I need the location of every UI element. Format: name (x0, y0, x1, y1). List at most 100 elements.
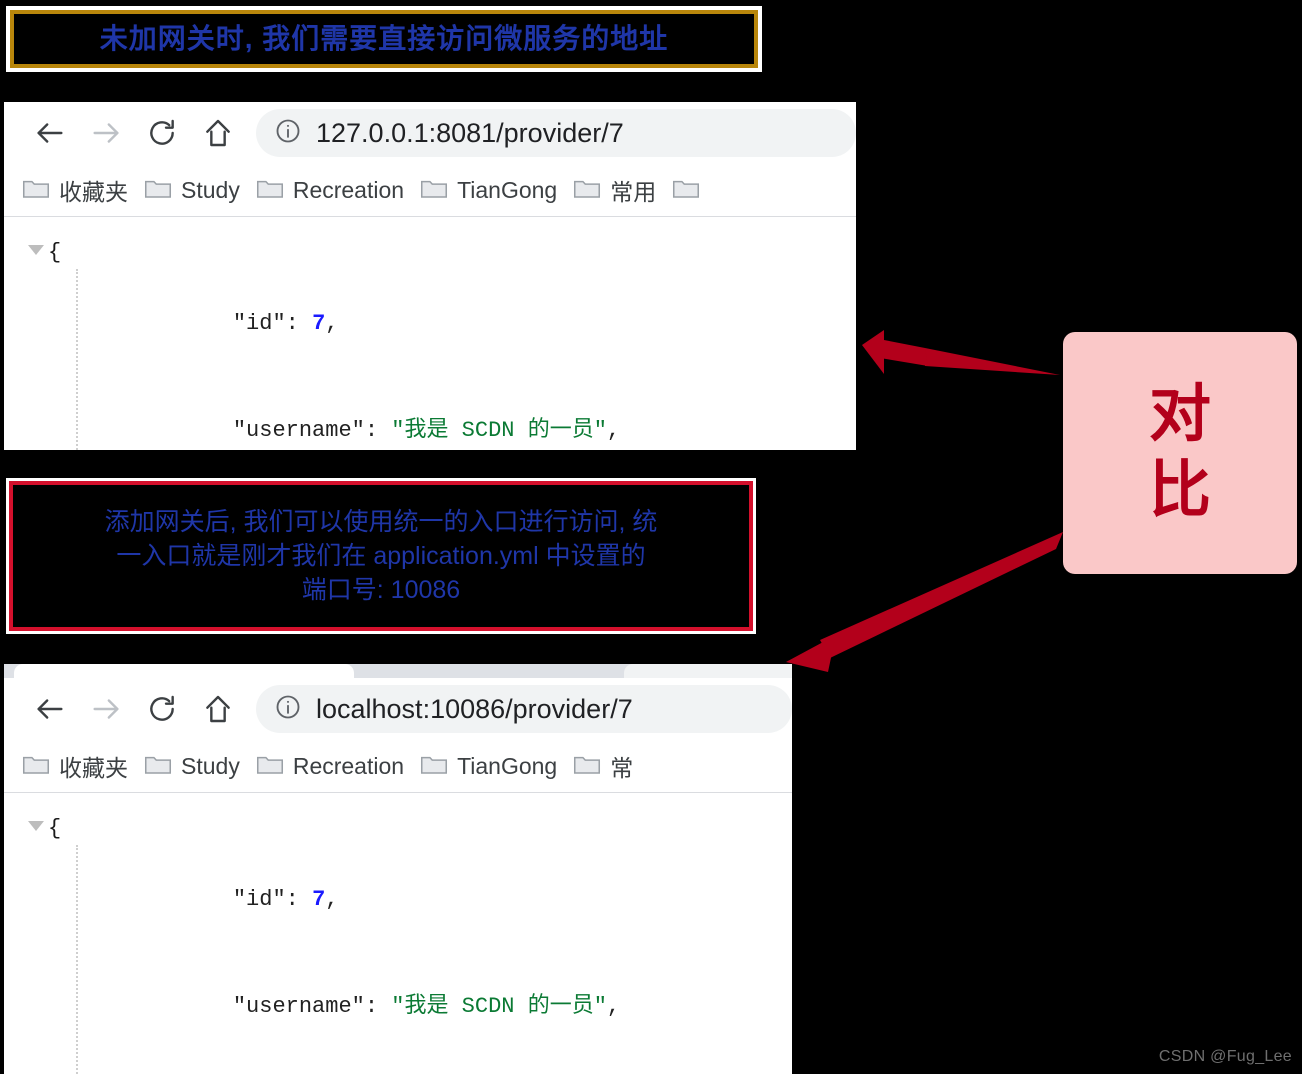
info-icon[interactable] (274, 117, 302, 150)
folder-icon (573, 752, 601, 781)
folder-icon (144, 752, 172, 781)
folder-icon (256, 176, 284, 205)
json-comma: , (325, 311, 339, 337)
json-root-row: { "id": 7, "username": "我是 SCDN 的一员", "a… (24, 811, 792, 1074)
json-collapse-toggle[interactable] (24, 811, 48, 831)
forward-button[interactable] (78, 684, 134, 734)
annotation-banner-top-inner: 未加网关时, 我们需要直接访问微服务的地址 (10, 10, 758, 68)
bookmark-item[interactable]: Recreation (254, 174, 418, 207)
compare-callout-box: 对 比 (1063, 332, 1297, 574)
browser2-url-text: localhost:10086/provider/7 (316, 693, 633, 724)
browser1-url-text: 127.0.0.1:8081/provider/7 (316, 117, 624, 148)
folder-icon (144, 176, 172, 205)
json-property-row: "username": "我是 SCDN 的一员", (48, 378, 620, 451)
json-body: { "id": 7, "username": "我是 SCDN 的一员", "a… (48, 235, 620, 450)
compare-char-first: 对 (1148, 380, 1211, 449)
browser2-tab-strip (4, 664, 792, 678)
json-key: "username" (232, 994, 365, 1020)
browser1-json-viewer: { "id": 7, "username": "我是 SCDN 的一员", "a… (4, 217, 856, 450)
bookmark-item[interactable]: 收藏夹 (20, 171, 142, 209)
annotation-banner-bottom-inner: 添加网关后, 我们可以使用统一的入口进行访问, 统 一入口就是刚才我们在 app… (9, 481, 753, 631)
browser1-address-bar[interactable]: 127.0.0.1:8081/provider/7 (256, 109, 856, 157)
bookmark-label: 收藏夹 (59, 755, 128, 781)
back-arrow-icon (33, 116, 67, 150)
json-property-row: "id": 7, (48, 847, 620, 954)
chevron-down-icon (28, 245, 44, 255)
folder-icon (573, 176, 601, 205)
json-open-brace: { (48, 240, 62, 265)
folder-icon (22, 752, 50, 781)
bookmark-item-overflow[interactable] (670, 174, 714, 207)
browser2-toolbar: localhost:10086/provider/7 (4, 678, 792, 740)
bookmark-label: Study (181, 752, 240, 779)
json-value-string: "我是 SCDN 的一员" (391, 418, 607, 444)
browser1-toolbar: 127.0.0.1:8081/provider/7 (4, 102, 856, 164)
json-property-row: "address": "我居住在山东济南" (48, 1060, 620, 1074)
json-body: { "id": 7, "username": "我是 SCDN 的一员", "a… (48, 811, 620, 1074)
bookmark-label: Study (181, 176, 240, 203)
browser2-address-bar[interactable]: localhost:10086/provider/7 (256, 685, 792, 733)
bookmark-item[interactable]: 常用 (571, 171, 670, 209)
compare-char-second: 比 (1148, 456, 1211, 525)
json-root-row: { "id": 7, "username": "我是 SCDN 的一员", "a… (24, 235, 856, 450)
home-button[interactable] (190, 684, 246, 734)
browser-tab-inactive[interactable] (624, 664, 792, 678)
annotation-banner-bottom-line3: 端口号: 10086 (301, 576, 461, 604)
browser2-bookmarks-bar: 收藏夹 Study Recreation TianGong 常 (4, 740, 792, 792)
json-value-string: "我是 SCDN 的一员" (391, 994, 607, 1020)
bookmark-label: 常用 (610, 179, 657, 205)
json-open-brace: { (48, 816, 62, 841)
json-value-number: 7 (312, 311, 326, 337)
json-property-row: "username": "我是 SCDN 的一员", (48, 954, 620, 1061)
browser-tab-active[interactable] (14, 664, 354, 678)
json-comma: , (325, 887, 339, 913)
back-button[interactable] (22, 108, 78, 158)
info-icon[interactable] (274, 693, 302, 726)
reload-button[interactable] (134, 108, 190, 158)
bookmark-item[interactable]: Study (142, 174, 254, 207)
json-indent-guide (76, 845, 78, 1074)
annotation-banner-top-text: 未加网关时, 我们需要直接访问微服务的地址 (99, 22, 669, 54)
bookmark-item[interactable]: TianGong (418, 750, 571, 783)
annotation-banner-top: 未加网关时, 我们需要直接访问微服务的地址 (6, 6, 762, 72)
browser-window-second: localhost:10086/provider/7 收藏夹 Study Rec… (4, 664, 792, 1074)
annotation-banner-bottom-line1: 添加网关后, 我们可以使用统一的入口进行访问, 统 (104, 508, 658, 536)
json-collapse-toggle[interactable] (24, 235, 48, 255)
forward-button[interactable] (78, 108, 134, 158)
json-comma: , (606, 994, 621, 1020)
json-separator: : (285, 887, 313, 913)
watermark-text: CSDN @Fug_Lee (1158, 1048, 1292, 1065)
bookmark-label: Recreation (292, 752, 405, 779)
reload-icon (146, 117, 178, 149)
folder-icon (420, 752, 448, 781)
annotation-banner-bottom-line2: 一入口就是刚才我们在 application.yml 中设置的 (116, 542, 646, 570)
bookmark-item[interactable]: Study (142, 750, 254, 783)
json-key: "id" (232, 311, 286, 337)
json-value-number: 7 (312, 887, 326, 913)
arrow-to-first-browser (862, 330, 1060, 375)
bookmark-label: 常 (610, 755, 634, 781)
json-key: "username" (232, 418, 365, 444)
json-separator: : (364, 994, 392, 1020)
back-button[interactable] (22, 684, 78, 734)
bookmark-item[interactable]: 收藏夹 (20, 747, 142, 785)
bookmark-label: Recreation (292, 176, 405, 203)
bookmark-item[interactable]: TianGong (418, 174, 571, 207)
bookmark-label: 收藏夹 (59, 179, 128, 205)
folder-icon (256, 752, 284, 781)
bookmark-item[interactable]: Recreation (254, 750, 418, 783)
home-icon (202, 117, 234, 149)
json-key: "id" (232, 887, 286, 913)
bookmark-label: TianGong (457, 176, 558, 203)
reload-button[interactable] (134, 684, 190, 734)
json-property-row: "id": 7, (48, 271, 620, 378)
home-button[interactable] (190, 108, 246, 158)
folder-icon (420, 176, 448, 205)
bookmark-label: TianGong (457, 752, 558, 779)
arrow-to-second-browser (786, 532, 1063, 672)
forward-arrow-icon (89, 116, 123, 150)
bookmark-item[interactable]: 常 (571, 747, 647, 785)
json-separator: : (285, 311, 313, 337)
back-arrow-icon (33, 692, 67, 726)
browser2-json-viewer: { "id": 7, "username": "我是 SCDN 的一员", "a… (4, 793, 792, 1074)
